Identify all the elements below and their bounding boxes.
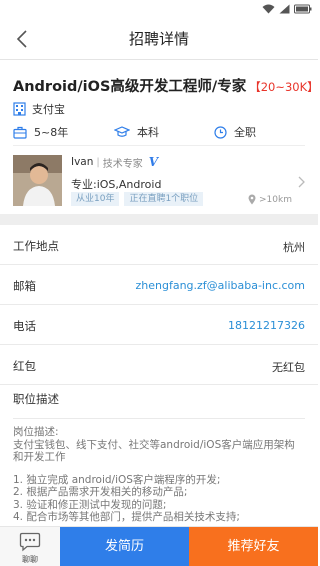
chat-bubble-icon	[19, 532, 41, 552]
detail-row-phone: 电话 18121217326	[0, 305, 318, 345]
detail-label: 电话	[13, 319, 36, 333]
briefcase-icon	[13, 126, 27, 139]
phone-link[interactable]: 18121217326	[228, 319, 305, 332]
experience-text: 5~8年	[34, 126, 69, 139]
detail-label: 红包	[13, 359, 36, 373]
send-resume-button[interactable]: 发简历	[60, 527, 189, 566]
company-row[interactable]: 支付宝	[13, 101, 65, 117]
chat-button[interactable]: 聊聊	[0, 527, 60, 566]
verified-badge: V	[148, 155, 159, 169]
recruiter-title: 技术专家	[102, 158, 143, 170]
tag-hiring: 正在直聘1个职位	[124, 192, 204, 206]
recruiter-specialty: 专业:iOS,Android	[71, 178, 162, 191]
distance-text: >10km	[259, 194, 292, 205]
avatar-image	[13, 155, 62, 206]
jobtype-req: 全职	[214, 124, 256, 140]
job-title: Android/iOS高级开发工程师/专家	[13, 79, 247, 95]
separator: |	[96, 156, 100, 168]
job-title-row: Android/iOS高级开发工程师/专家 【20~30K】	[13, 75, 319, 96]
divider	[13, 145, 305, 146]
status-icons	[262, 3, 312, 15]
signal-icon	[279, 4, 290, 14]
description-line: 岗位描述:	[13, 426, 59, 438]
detail-row-location: 工作地点 杭州	[0, 225, 318, 265]
location-pin-icon	[248, 194, 256, 205]
experience-req: 5~8年	[13, 124, 68, 140]
nav-bar: 招聘详情	[0, 18, 318, 60]
battery-icon	[294, 4, 312, 14]
building-icon	[13, 102, 26, 116]
education-req: 本科	[114, 124, 159, 140]
distance: >10km	[248, 194, 292, 205]
avatar[interactable]	[13, 155, 62, 206]
education-text: 本科	[137, 126, 159, 139]
recruiter-name-row: Ivan | 技术专家 V	[71, 155, 159, 170]
description-line: 支付宝钱包、线下支付、社交等android/iOS客户端应用架构和开发工作	[13, 438, 295, 464]
description-label: 职位描述	[13, 392, 59, 406]
description-body: 岗位描述: 支付宝钱包、线下支付、社交等android/iOS客户端应用架构和开…	[13, 426, 305, 526]
recruiter-tags: 从业10年 正在直聘1个职位	[71, 192, 204, 206]
description-item: 2. 根据产品需求开发相关的移动产品;	[13, 486, 188, 498]
job-card: Android/iOS高级开发工程师/专家【20~30K】 支付宝 5~8年	[0, 61, 319, 214]
detail-label: 邮箱	[13, 279, 36, 293]
description-item: 4. 配合市场等其他部门，提供产品相关技术支持;	[13, 511, 240, 523]
detail-row-redpacket: 红包 无红包	[0, 345, 318, 385]
section-gap	[0, 214, 318, 225]
jobtype-text: 全职	[234, 126, 256, 139]
detail-value: 无红包	[272, 361, 305, 374]
job-salary: 【20~30K】	[249, 80, 319, 94]
chevron-right-icon	[298, 173, 305, 192]
description-item: 3. 验证和修正测试中发现的问题;	[13, 498, 167, 511]
description-header: 职位描述	[13, 385, 305, 419]
bottom-action-bar: 聊聊 发简历 推荐好友	[0, 526, 318, 566]
detail-label: 工作地点	[13, 239, 59, 253]
company-name: 支付宝	[32, 103, 65, 116]
page-title: 招聘详情	[128, 30, 189, 48]
chat-label: 聊聊	[22, 555, 38, 564]
clock-icon	[214, 125, 227, 139]
recruiter-name: Ivan	[71, 156, 94, 168]
description-item: 1. 独立完成 android/iOS客户端程序的开发;	[13, 473, 221, 486]
requirements-row: 5~8年 本科 全职	[0, 124, 318, 140]
email-link[interactable]: zhengfang.zf@alibaba-inc.com	[135, 279, 305, 292]
status-bar	[0, 0, 318, 18]
recruiter-card[interactable]: Ivan | 技术专家 V 专业:iOS,Android 从业10年 正在直聘1…	[0, 147, 318, 214]
tag-experience: 从业10年	[71, 192, 120, 206]
wifi-icon	[262, 4, 275, 14]
detail-value: 杭州	[283, 241, 305, 254]
recommend-friend-button[interactable]: 推荐好友	[189, 527, 318, 566]
graduation-cap-icon	[114, 126, 130, 137]
detail-row-email: 邮箱 zhengfang.zf@alibaba-inc.com	[0, 265, 318, 305]
